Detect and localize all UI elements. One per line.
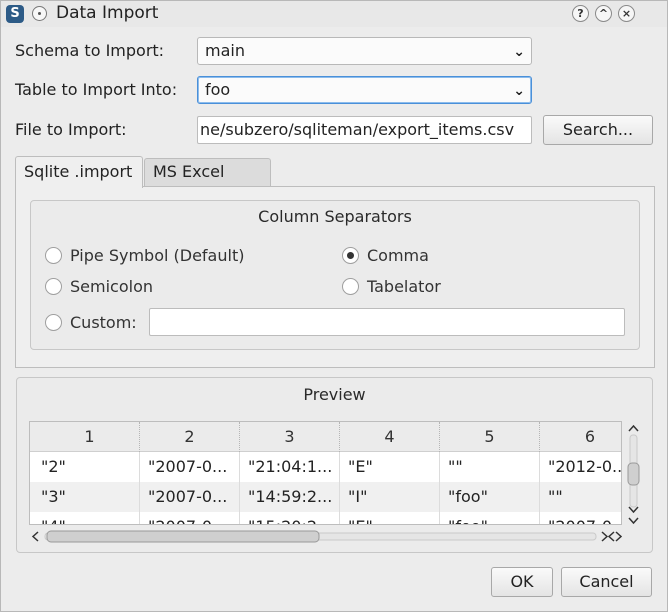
vertical-scrollbar[interactable] — [625, 421, 642, 525]
horizontal-scrollbar-graphic — [31, 530, 623, 543]
table-cell[interactable]: "15:20:2... — [240, 512, 340, 524]
radio-label: Pipe Symbol (Default) — [70, 246, 245, 265]
radio-label: Tabelator — [367, 277, 441, 296]
window-title: Data Import — [56, 3, 159, 23]
tab-panel: Column Separators Pipe Symbol (Default) … — [15, 186, 655, 368]
horizontal-scrollbar[interactable] — [29, 528, 623, 545]
table-cell[interactable]: "3" — [33, 482, 140, 512]
table-cell[interactable]: "2007-0... — [140, 482, 240, 512]
title-bar: S Data Import ? ^ × — [1, 1, 667, 27]
scroll-down-arrow-icon — [628, 506, 639, 514]
table-cell[interactable]: "4" — [33, 512, 140, 524]
table-cell[interactable]: "2007-0... — [140, 452, 240, 482]
radio-label: Semicolon — [70, 277, 153, 296]
table-row[interactable]: "3" "2007-0... "14:59:2... "I" "foo" "" — [30, 482, 621, 512]
table-cell[interactable]: "2007-0... — [540, 512, 621, 524]
table-cell[interactable]: "I" — [340, 482, 440, 512]
help-button[interactable]: ? — [572, 5, 589, 22]
scroll-left-arrow-icon — [31, 531, 39, 542]
horizontal-scroll-thumb — [46, 530, 320, 543]
scroll-left-arrow-icon — [607, 531, 615, 542]
table-cell[interactable]: "2007-0... — [140, 512, 240, 524]
search-button[interactable]: Search... — [543, 115, 653, 145]
vertical-scroll-thumb — [627, 462, 640, 486]
table-value: foo — [205, 80, 231, 99]
table-cell[interactable]: "" — [440, 452, 540, 482]
vertical-scrollbar-graphic — [627, 424, 640, 525]
column-separators-group: Column Separators Pipe Symbol (Default) … — [30, 200, 640, 350]
table-row[interactable]: "4" "2007-0... "15:20:2... "E" "foo" "20… — [30, 512, 621, 524]
radio-comma[interactable]: Comma — [342, 246, 429, 265]
scroll-down-arrow-icon — [628, 517, 639, 525]
scroll-up-arrow-icon — [628, 424, 639, 432]
radio-label: Comma — [367, 246, 429, 265]
shade-button[interactable]: ^ — [595, 5, 612, 22]
file-path-input[interactable]: ne/subzero/sqliteman/export_items.csv — [197, 116, 532, 144]
column-header[interactable]: 5 — [440, 422, 540, 452]
radio-indicator — [45, 278, 62, 295]
radio-indicator — [342, 247, 359, 264]
column-header[interactable]: 3 — [240, 422, 340, 452]
radio-indicator — [342, 278, 359, 295]
data-import-dialog: S Data Import ? ^ × Schema to Import: ma… — [0, 0, 668, 612]
scroll-right-arrow-icon — [615, 531, 623, 542]
schema-value: main — [205, 41, 245, 60]
chevron-down-icon — [513, 78, 525, 104]
table-cell[interactable]: "E" — [340, 452, 440, 482]
chevron-down-icon — [513, 39, 525, 65]
column-header[interactable]: 2 — [140, 422, 240, 452]
ok-button[interactable]: OK — [491, 567, 553, 597]
table-cell[interactable]: "2" — [33, 452, 140, 482]
tab-ms-excel-xml[interactable]: MS Excel XML — [144, 158, 271, 207]
table-combo[interactable]: foo — [197, 76, 532, 104]
table-label: Table to Import Into: — [15, 80, 178, 99]
scroll-right-arrow-icon — [601, 531, 609, 542]
radio-indicator — [45, 314, 62, 331]
table-header: 1 2 3 4 5 6 — [30, 422, 621, 452]
tab-sqlite-import[interactable]: Sqlite .import — [15, 156, 143, 188]
column-header[interactable]: 6 — [540, 422, 621, 452]
table-cell[interactable]: "foo" — [440, 482, 540, 512]
pin-icon[interactable] — [32, 6, 47, 21]
preview-title: Preview — [303, 385, 366, 404]
table-cell[interactable]: "foo" — [440, 512, 540, 524]
radio-custom[interactable]: Custom: — [45, 313, 137, 332]
file-label: File to Import: — [15, 120, 127, 139]
column-header[interactable]: 1 — [40, 422, 140, 452]
schema-label: Schema to Import: — [15, 41, 165, 60]
column-header[interactable]: 4 — [340, 422, 440, 452]
table-cell[interactable]: "2012-0... — [540, 452, 621, 482]
schema-combo[interactable]: main — [197, 37, 532, 65]
cancel-button[interactable]: Cancel — [561, 567, 652, 597]
table-cell[interactable]: "14:59:2... — [240, 482, 340, 512]
table-cell[interactable]: "" — [540, 482, 621, 512]
custom-separator-input[interactable] — [149, 308, 625, 336]
column-separators-title: Column Separators — [258, 207, 412, 226]
close-button[interactable]: × — [618, 5, 635, 22]
preview-table[interactable]: 1 2 3 4 5 6 "2" "2007-0... "21:04:1... "… — [29, 421, 622, 525]
table-cell[interactable]: "21:04:1... — [240, 452, 340, 482]
table-cell[interactable]: "E" — [340, 512, 440, 524]
radio-tabelator[interactable]: Tabelator — [342, 277, 441, 296]
radio-indicator — [45, 247, 62, 264]
radio-label: Custom: — [70, 313, 137, 332]
app-icon[interactable]: S — [6, 5, 24, 23]
radio-semicolon[interactable]: Semicolon — [45, 277, 153, 296]
table-row[interactable]: "2" "2007-0... "21:04:1... "E" "" "2012-… — [30, 452, 621, 482]
radio-pipe-symbol[interactable]: Pipe Symbol (Default) — [45, 246, 244, 265]
